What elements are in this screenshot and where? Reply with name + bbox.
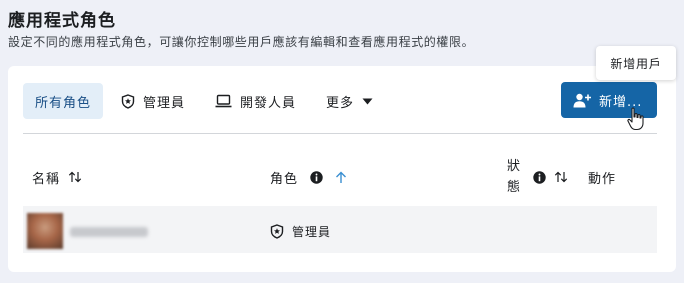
caret-down-icon [362,98,373,105]
column-header-name[interactable]: 名稱 [32,156,82,198]
page-subtitle: 設定不同的應用程式角色，可讓你控制哪些用戶應該有編輯和查看應用程式的權限。 [8,35,475,49]
sort-ascending-icon[interactable] [335,171,347,184]
tab-label: 所有角色 [35,95,92,111]
tooltip: 新增用戶 [596,46,676,80]
column-label: 角色 [270,171,299,187]
row-role-cell: 管理員 [270,222,331,240]
column-header-role[interactable]: 角色 [270,156,347,198]
add-user-icon [573,93,591,108]
tab-admins[interactable]: 管理員 [109,83,197,119]
row-role-label: 管理員 [292,224,332,239]
column-label: 名稱 [32,171,61,187]
avatar [27,213,63,249]
info-icon[interactable] [533,170,546,184]
tab-developers[interactable]: 開發人員 [203,83,308,119]
tab-label: 管理員 [143,95,186,111]
shield-icon [121,93,135,109]
column-label-line: 狀 [507,159,522,174]
divider [23,133,657,134]
column-label-line: 態 [507,180,522,195]
column-label: 動作 [588,171,617,187]
column-label: 狀 態 [507,156,521,198]
info-icon[interactable] [310,170,323,184]
sort-icon[interactable] [554,171,568,183]
tab-label: 更多 [326,95,355,111]
hand-cursor-icon [627,107,645,135]
tab-label: 開發人員 [240,95,297,111]
shield-icon [270,223,284,239]
laptop-icon [215,94,232,108]
column-header-action: 動作 [588,156,616,198]
column-header-status[interactable]: 狀 態 [507,156,568,198]
roles-card: 所有角色 管理員 開發人員 更多 新增... 名稱 角色 狀 態 動作 管理員 [8,66,676,272]
tab-more-dropdown[interactable]: 更多 [314,83,385,119]
page-title: 應用程式角色 [8,11,116,31]
user-name-redacted [70,227,148,237]
tooltip-text: 新增用戶 [610,56,662,71]
sort-icon[interactable] [68,171,82,183]
tab-all-roles[interactable]: 所有角色 [23,83,104,119]
role-filter-tabs: 所有角色 管理員 開發人員 更多 [23,83,391,119]
